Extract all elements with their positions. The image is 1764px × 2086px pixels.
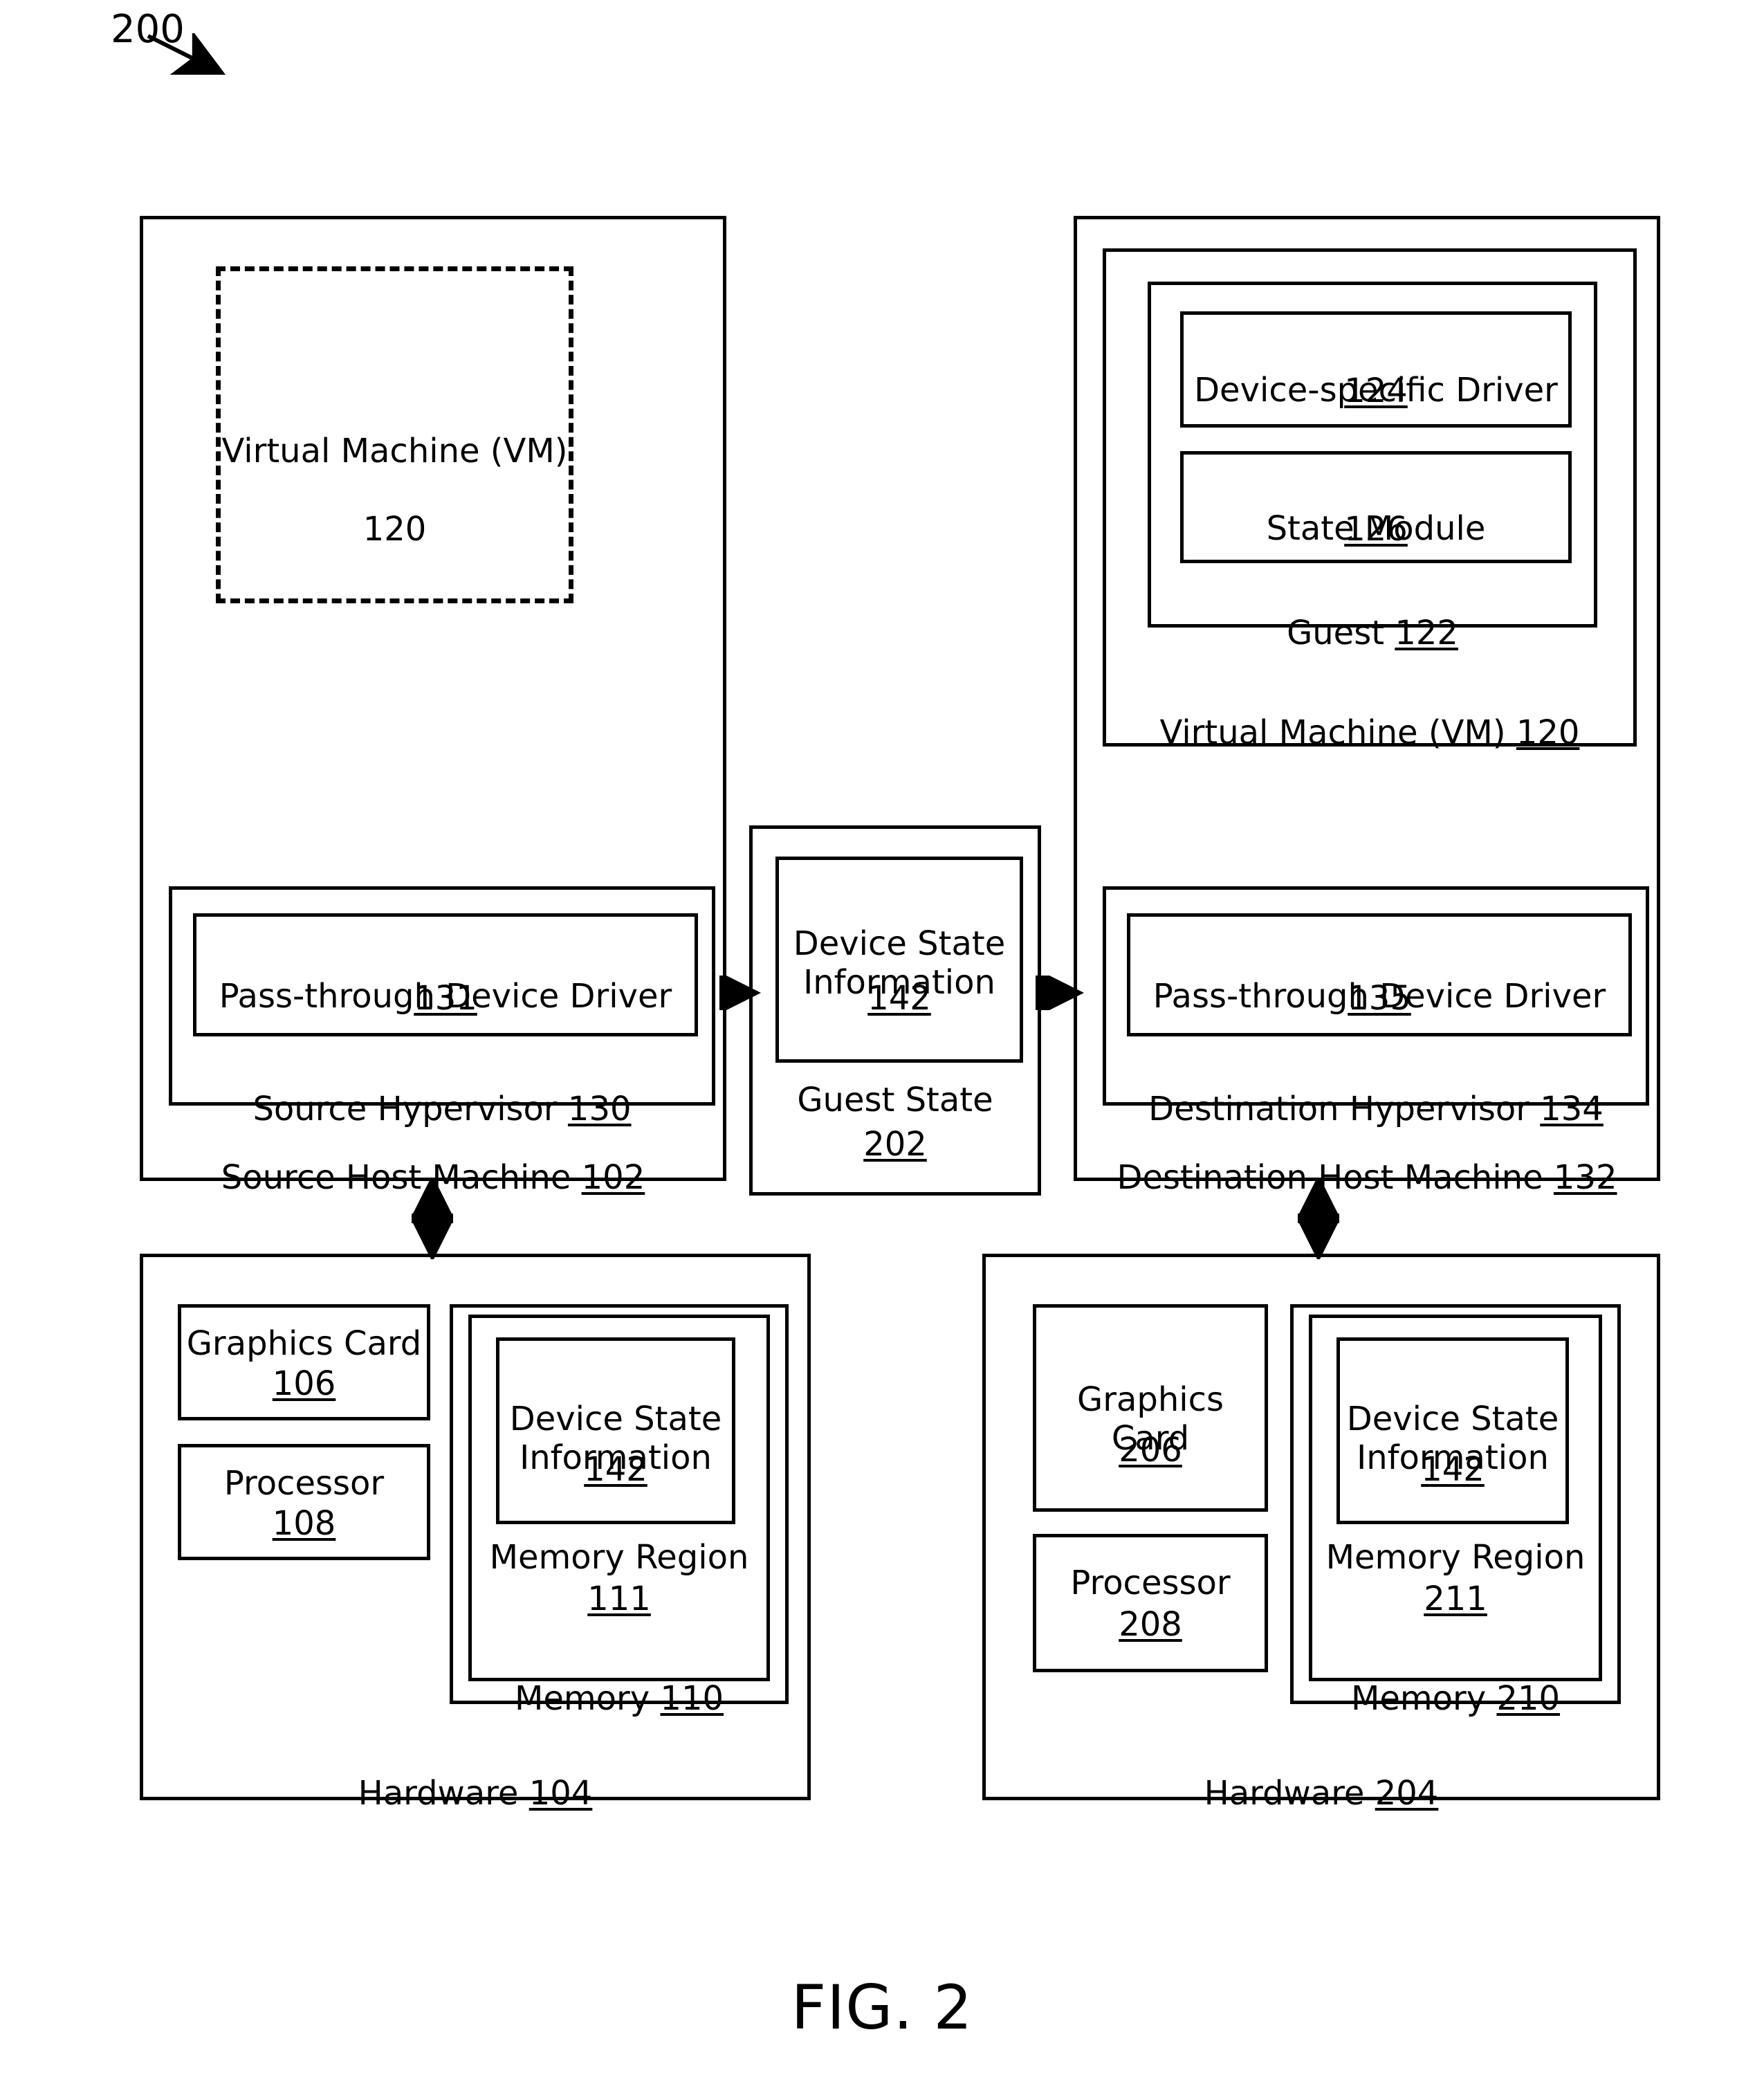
figure-leader-arrow (147, 33, 226, 75)
source-passthrough-device-driver-box: Pass-through Device Driver 131 (193, 913, 698, 1036)
destination-device-state-information-box: Device State Information 142 (1336, 1337, 1569, 1524)
guest-state-ref: 202 (863, 1125, 927, 1164)
destination-memory-box: Device State Information 142 Memory Regi… (1290, 1304, 1621, 1718)
source-graphics-card-ref: 106 (272, 1364, 336, 1403)
source-memory-label: Memory 110 (514, 1678, 724, 1718)
source-passthrough-driver-ref: 131 (414, 979, 477, 1018)
source-hardware-container: Graphics Card 106 Processor 108 Device S… (140, 1254, 811, 1813)
destination-host-machine-label: Destination Host Machine 132 (1117, 1158, 1617, 1197)
destination-memory-region-ref: 211 (1424, 1580, 1487, 1618)
guest-state-to-destination-arrow (1036, 976, 1084, 1010)
state-module-ref: 126 (1344, 510, 1408, 549)
source-graphics-card-box: Graphics Card 106 (178, 1304, 430, 1420)
destination-passthrough-driver-ref: 135 (1348, 979, 1411, 1018)
destination-processor-ref: 208 (1119, 1605, 1182, 1644)
source-processor-box: Processor 108 (178, 1444, 430, 1560)
source-memory-box: Device State Information 142 Memory Regi… (450, 1304, 789, 1718)
destination-hypervisor-box: Pass-through Device Driver 135 Destinati… (1103, 886, 1649, 1128)
state-module-box: State Module 126 (1180, 451, 1572, 563)
destination-memory-label: Memory 210 (1350, 1678, 1561, 1718)
guest-state-device-state-information-box: Device State Information 142 (775, 857, 1023, 1063)
destination-graphics-card-box: Graphics Card 206 (1033, 1304, 1268, 1512)
source-memory-region-label: Memory Region (489, 1538, 749, 1577)
device-specific-driver-box: Device-specific Driver 124 (1180, 311, 1572, 428)
destination-hardware-container: Graphics Card 206 Processor 208 Device S… (982, 1254, 1660, 1813)
source-virtual-machine-box: Virtual Machine (VM) 120 (216, 266, 573, 603)
destination-hypervisor-label: Destination Hypervisor 134 (1148, 1089, 1604, 1128)
source-device-state-information-box: Device State Information 142 (496, 1337, 735, 1524)
destination-memory-region-box: Device State Information 142 Memory Regi… (1309, 1315, 1602, 1681)
device-specific-driver-ref: 124 (1344, 372, 1408, 410)
source-processor-label: Processor (223, 1464, 385, 1503)
source-hardware-label: Hardware 104 (358, 1773, 593, 1813)
destination-vm-label: Virtual Machine (VM) 120 (1159, 713, 1580, 752)
source-memory-region-box: Device State Information 142 Memory Regi… (468, 1315, 770, 1681)
destination-virtual-machine-box: Device-specific Driver 124 State Module … (1103, 248, 1637, 752)
source-host-to-hardware-arrow (412, 1178, 453, 1259)
figure-caption: FIG. 2 (791, 1972, 973, 2043)
source-device-state-information-ref: 142 (584, 1450, 647, 1489)
source-graphics-card-label: Graphics Card (186, 1324, 422, 1363)
destination-guest-label: Guest 122 (1287, 613, 1458, 652)
source-memory-region-ref: 111 (587, 1580, 651, 1618)
guest-state-box: Device State Information 142 Guest State… (749, 825, 1041, 1196)
destination-host-to-hardware-arrow (1298, 1178, 1339, 1259)
destination-memory-region-label: Memory Region (1325, 1538, 1586, 1577)
source-hypervisor-box: Pass-through Device Driver 131 Source Hy… (169, 886, 715, 1128)
destination-host-machine-container: Device-specific Driver 124 State Module … (1074, 216, 1660, 1197)
guest-state-device-state-ref: 142 (867, 979, 931, 1018)
destination-guest-box: Device-specific Driver 124 State Module … (1148, 282, 1597, 652)
guest-state-label: Guest State (797, 1081, 993, 1119)
destination-processor-box: Processor 208 (1033, 1534, 1268, 1672)
destination-processor-label: Processor (1070, 1564, 1231, 1602)
destination-device-state-information-ref: 142 (1421, 1450, 1485, 1489)
source-hypervisor-label: Source Hypervisor 130 (252, 1089, 632, 1128)
source-processor-ref: 108 (272, 1504, 336, 1543)
source-vm-label: Virtual Machine (VM) 120 (221, 431, 568, 549)
source-to-guest-state-arrow (719, 976, 761, 1010)
source-host-machine-container: Virtual Machine (VM) 120 Pass-through De… (140, 216, 726, 1197)
destination-hardware-label: Hardware 204 (1204, 1773, 1439, 1813)
destination-graphics-card-ref: 206 (1119, 1431, 1182, 1470)
destination-passthrough-device-driver-box: Pass-through Device Driver 135 (1127, 913, 1632, 1036)
